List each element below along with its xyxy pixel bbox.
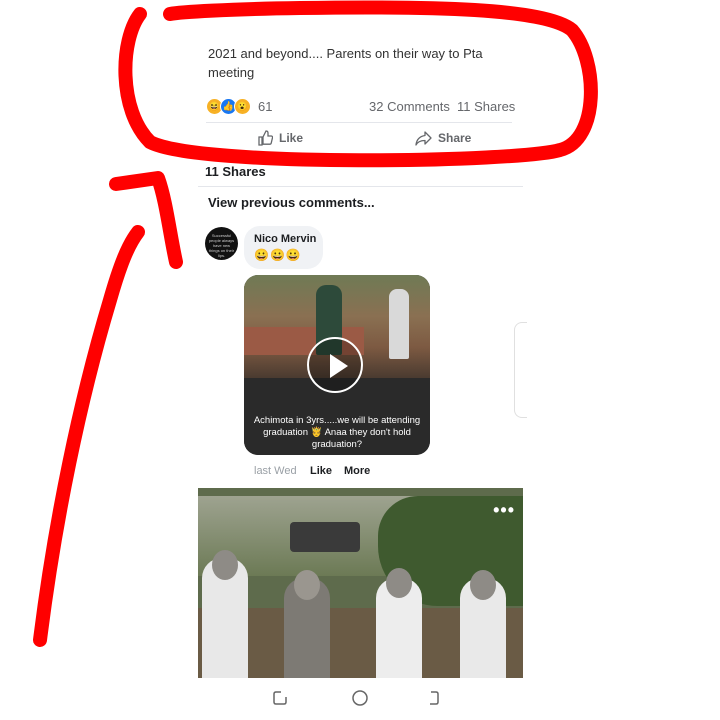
recents-icon[interactable] bbox=[273, 691, 287, 705]
shares-summary[interactable]: 11 Shares bbox=[205, 164, 266, 179]
share-label: Share bbox=[438, 131, 472, 145]
share-button[interactable]: Share bbox=[415, 130, 471, 146]
video-caption: Achimota in 3yrs.....we will be attendin… bbox=[253, 415, 421, 450]
shares-count-link[interactable]: 11 Shares bbox=[457, 99, 515, 114]
wow-icon: 😮 bbox=[234, 97, 251, 115]
thumbs-up-icon bbox=[258, 130, 273, 146]
arrow-head bbox=[109, 171, 183, 269]
status-bar: ⊗ ✓ .ıll .ıll ▭ bbox=[198, 4, 523, 20]
like-button[interactable]: Like bbox=[257, 130, 303, 146]
comments-count-link[interactable]: 32 Comments bbox=[369, 99, 450, 114]
more-options-icon[interactable]: ••• bbox=[493, 500, 515, 521]
comment-emojis: 😀😀😀 bbox=[254, 248, 302, 262]
comment-author[interactable]: Nico Mervin bbox=[254, 233, 316, 245]
comment-video[interactable]: Achimota in 3yrs.....we will be attendin… bbox=[244, 275, 430, 455]
back-icon[interactable] bbox=[430, 691, 439, 705]
like-label: Like bbox=[279, 131, 304, 145]
avatar[interactable]: Successful people always have new things… bbox=[205, 227, 238, 260]
reaction-summary[interactable]: 😆 👍 😮 61 bbox=[206, 96, 272, 116]
arrow-shaft bbox=[33, 225, 145, 647]
reaction-count: 61 bbox=[258, 98, 273, 114]
comment-bubble[interactable]: Nico Mervin 😀😀😀 bbox=[244, 226, 323, 269]
comment-time: last Wed bbox=[254, 465, 297, 477]
post-photo[interactable]: ••• bbox=[198, 488, 523, 678]
divider bbox=[206, 122, 512, 123]
comment-more-button[interactable]: More bbox=[344, 465, 370, 477]
signal-battery-icons: .ıll .ıll ▭ bbox=[475, 6, 511, 17]
side-card-edge bbox=[514, 322, 527, 418]
play-icon[interactable] bbox=[307, 337, 363, 393]
system-navbar bbox=[250, 688, 470, 708]
view-previous-comments-link[interactable]: View previous comments... bbox=[208, 195, 375, 210]
avatar-text: Successful people always have new things… bbox=[208, 233, 235, 258]
notification-icons: ⊗ ✓ bbox=[250, 6, 270, 17]
post-text: 2021 and beyond.... Parents on their way… bbox=[208, 46, 483, 80]
home-icon[interactable] bbox=[352, 690, 368, 706]
comment-like-button[interactable]: Like bbox=[310, 465, 332, 477]
share-arrow-icon bbox=[415, 131, 432, 146]
divider bbox=[198, 186, 523, 187]
